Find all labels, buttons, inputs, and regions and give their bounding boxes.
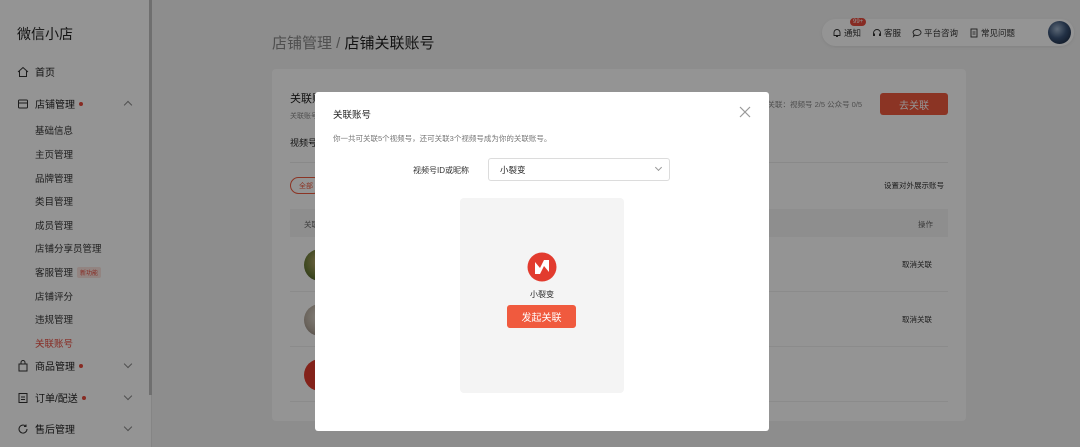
account-select[interactable]: 小裂变: [488, 158, 670, 181]
link-account-modal: 关联账号 你一共可关联5个视频号，还可关联3个视频号成为你的关联账号。 视频号I…: [315, 92, 769, 431]
modal-title: 关联账号: [333, 110, 372, 121]
modal-description: 你一共可关联5个视频号，还可关联3个视频号成为你的关联账号。: [333, 134, 552, 143]
initiate-link-button[interactable]: 发起关联: [507, 305, 576, 328]
account-name: 小裂变: [530, 290, 554, 299]
close-icon[interactable]: [738, 105, 752, 119]
account-preview-panel: 小裂变 发起关联: [460, 198, 624, 393]
account-select-value: 小裂变: [500, 164, 526, 175]
account-field-label: 视频号ID或昵称: [413, 166, 469, 175]
account-logo-icon: [527, 252, 557, 282]
chevron-down-icon: [654, 163, 663, 172]
